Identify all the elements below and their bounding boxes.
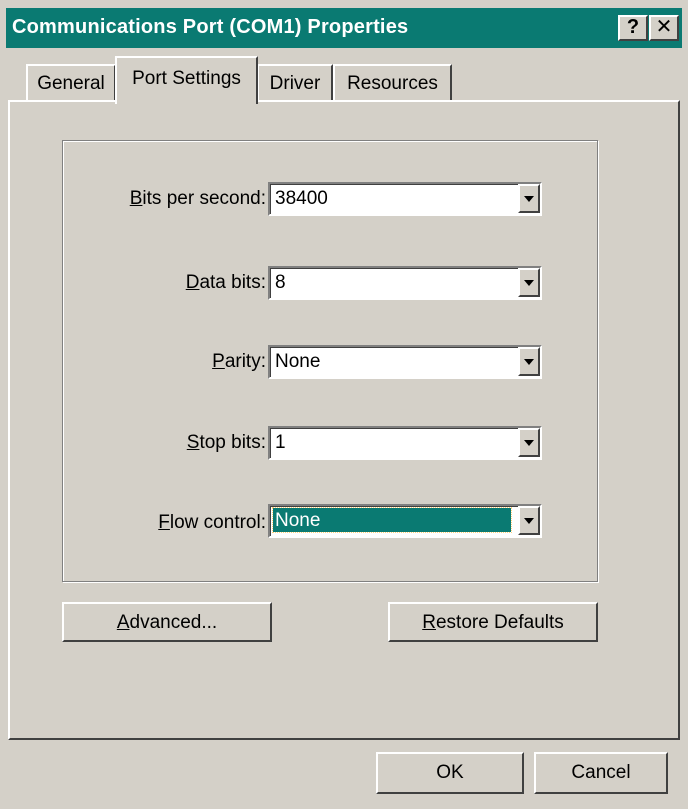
chevron-down-icon[interactable] xyxy=(518,184,540,213)
accelerator-key: B xyxy=(129,188,143,209)
accelerator-key: D xyxy=(185,272,200,293)
tab-general[interactable]: General xyxy=(26,64,116,100)
label-text: arity: xyxy=(224,351,266,372)
tab-label: Driver xyxy=(269,73,321,94)
button-label: estore Defaults xyxy=(435,612,564,633)
close-icon: ✕ xyxy=(655,16,673,38)
stop-bits-label: Stop bits: xyxy=(187,432,266,454)
chevron-down-icon[interactable] xyxy=(518,268,540,297)
advanced-button[interactable]: Advanced... xyxy=(62,602,272,642)
flow-control-value: None xyxy=(272,507,512,533)
flow-control-label: Flow control: xyxy=(158,512,266,534)
ok-button[interactable]: OK xyxy=(376,752,524,794)
accelerator-key: R xyxy=(422,612,436,633)
data-bits-value: 8 xyxy=(275,272,286,293)
accelerator-key: F xyxy=(158,512,170,533)
parity-select[interactable]: None xyxy=(268,345,542,379)
bits-per-second-select[interactable]: 38400 xyxy=(268,182,542,216)
parity-label: Parity: xyxy=(212,351,266,373)
combo-inner xyxy=(270,268,540,298)
bits-per-second-value: 38400 xyxy=(275,188,328,209)
label-text: its per second: xyxy=(142,188,266,209)
close-button[interactable]: ✕ xyxy=(649,15,679,41)
tab-resources[interactable]: Resources xyxy=(333,64,452,100)
window-title: Communications Port (COM1) Properties xyxy=(12,16,409,38)
combo-inner xyxy=(270,428,540,458)
chevron-down-icon[interactable] xyxy=(518,428,540,457)
data-bits-label: Data bits: xyxy=(186,272,266,294)
label-text: ata bits: xyxy=(199,272,266,293)
flow-control-select[interactable]: None xyxy=(268,504,542,538)
cancel-button[interactable]: Cancel xyxy=(534,752,668,794)
accelerator-key: A xyxy=(116,612,130,633)
data-bits-select[interactable]: 8 xyxy=(268,266,542,300)
accelerator-key: S xyxy=(186,432,200,453)
stop-bits-value: 1 xyxy=(275,432,286,453)
tab-driver[interactable]: Driver xyxy=(257,64,333,100)
button-label: dvanced... xyxy=(129,612,218,633)
help-button[interactable]: ? xyxy=(618,15,648,41)
tab-label: Resources xyxy=(347,73,438,94)
chevron-down-icon[interactable] xyxy=(518,506,540,535)
tab-label: General xyxy=(37,73,105,94)
parity-value: None xyxy=(275,351,321,372)
accelerator-key: P xyxy=(212,351,225,372)
tab-label: Port Settings xyxy=(132,68,241,89)
restore-defaults-button[interactable]: Restore Defaults xyxy=(388,602,598,642)
stop-bits-select[interactable]: 1 xyxy=(268,426,542,460)
properties-dialog: Communications Port (COM1) Properties ? … xyxy=(0,0,688,809)
chevron-down-icon[interactable] xyxy=(518,347,540,376)
label-text: low control: xyxy=(169,512,266,533)
title-bar[interactable]: Communications Port (COM1) Properties ? … xyxy=(6,8,682,48)
tab-port-settings[interactable]: Port Settings xyxy=(115,56,258,104)
bits-per-second-label: Bits per second: xyxy=(130,188,266,210)
label-text: top bits: xyxy=(199,432,266,453)
